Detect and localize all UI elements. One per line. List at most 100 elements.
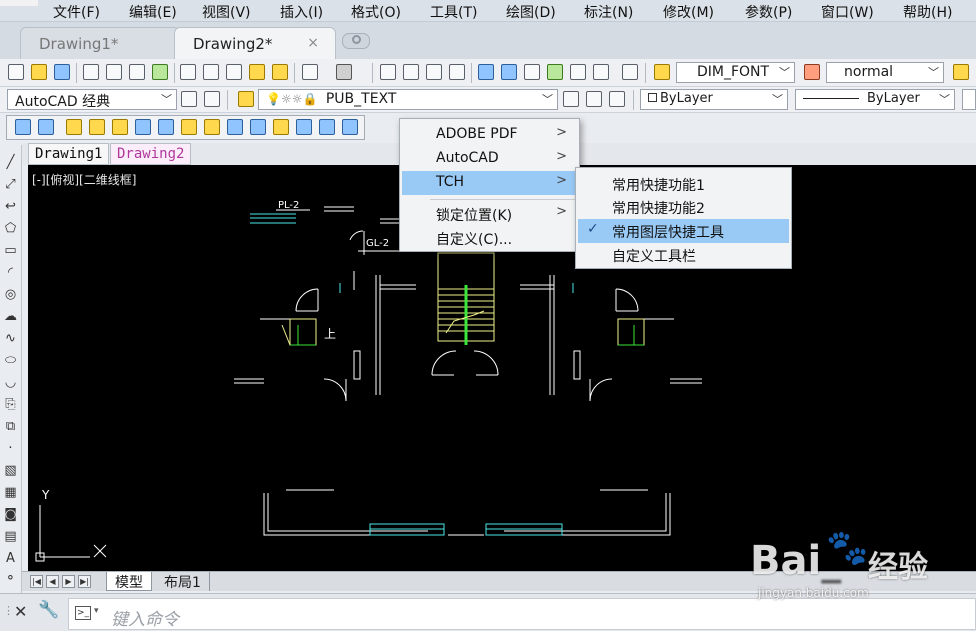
layer-off-icon[interactable]	[112, 119, 128, 135]
markup-icon[interactable]	[570, 64, 586, 80]
layer-on-icon[interactable]	[66, 119, 82, 135]
circle-icon[interactable]: ◎	[3, 287, 18, 302]
menu-parameters[interactable]: 参数(P)	[745, 2, 792, 22]
point-icon[interactable]: ·	[3, 441, 18, 456]
text-style-icon[interactable]	[654, 64, 670, 80]
new-file-icon[interactable]	[8, 64, 24, 80]
workspace-save-icon[interactable]	[204, 91, 220, 107]
zoom-previous-icon[interactable]	[449, 64, 465, 80]
dimension-style-icon[interactable]	[804, 64, 820, 80]
submenu-item-layer-tools[interactable]: ✓ 常用图层快捷工具	[578, 219, 789, 243]
chevron-down-icon[interactable]: ▾	[94, 606, 99, 616]
polyline-icon[interactable]: ↩	[3, 199, 18, 214]
redo-icon[interactable]	[336, 64, 352, 80]
layer-dropdown[interactable]: 💡☼☼🔒 PUB_TEXT ﹀	[258, 89, 558, 110]
block-editor-icon[interactable]	[272, 64, 288, 80]
first-layout-icon[interactable]: |◀	[30, 575, 43, 588]
menu-item-customize[interactable]: 自定义(C)...	[402, 226, 577, 250]
menu-tools[interactable]: 工具(T)	[430, 2, 477, 22]
layer-stack-icon[interactable]	[15, 119, 31, 135]
design-center-icon[interactable]	[501, 64, 517, 80]
3d-dwf-icon[interactable]	[152, 64, 168, 80]
dimension-style-dropdown[interactable]: normal ﹀	[826, 62, 944, 83]
new-tab-button[interactable]	[342, 33, 370, 49]
layer-freeze-icon[interactable]	[135, 119, 151, 135]
layer-restore-icon[interactable]	[319, 119, 335, 135]
previous-layout-icon[interactable]: ◀	[46, 575, 59, 588]
workspace-settings-icon[interactable]	[181, 91, 197, 107]
zoom-realtime-icon[interactable]	[403, 64, 419, 80]
text-style-dropdown[interactable]: DIM_FONT ﹀	[676, 62, 795, 83]
layer-isolate-icon[interactable]	[89, 119, 105, 135]
tab-model[interactable]: 模型	[106, 572, 152, 591]
menu-format[interactable]: 格式(O)	[351, 2, 401, 22]
menu-edit[interactable]: 编辑(E)	[129, 2, 177, 22]
properties-icon[interactable]	[478, 64, 494, 80]
command-input[interactable]: >_ ▾ 键入命令	[68, 598, 976, 630]
menu-window[interactable]: 窗口(W)	[821, 2, 874, 22]
layer-manager-icon[interactable]	[238, 91, 254, 107]
calculator-icon[interactable]	[593, 64, 609, 80]
rectangle-icon[interactable]: ▭	[3, 243, 18, 258]
window-tab-drawing1[interactable]: Drawing1	[28, 143, 110, 165]
menu-dimension[interactable]: 标注(N)	[584, 2, 633, 22]
last-layout-icon[interactable]: ▶|	[78, 575, 91, 588]
construction-line-icon[interactable]: ⤢	[3, 177, 18, 192]
menu-insert[interactable]: 插入(I)	[280, 2, 323, 22]
layer-unlock-icon[interactable]	[204, 119, 220, 135]
window-tab-drawing2[interactable]: Drawing2	[110, 143, 192, 165]
command-prompt-icon[interactable]: >_	[75, 606, 91, 620]
tab-layout1[interactable]: 布局1	[156, 572, 210, 591]
tool-palettes-icon[interactable]	[524, 64, 540, 80]
menu-draw[interactable]: 绘图(D)	[506, 2, 556, 22]
menu-item-tch[interactable]: TCH >	[402, 171, 577, 195]
copy-icon[interactable]	[203, 64, 219, 80]
layer-thaw-icon[interactable]	[158, 119, 174, 135]
submenu-item-shortcut-1[interactable]: 常用快捷功能1	[578, 172, 789, 196]
table-icon[interactable]: ▤	[3, 529, 18, 544]
cut-icon[interactable]	[180, 64, 196, 80]
match-properties-icon[interactable]	[249, 64, 265, 80]
menu-item-lock-location[interactable]: 锁定位置(K) >	[402, 202, 577, 226]
undo-icon[interactable]	[302, 64, 318, 80]
pan-icon[interactable]	[380, 64, 396, 80]
arc-icon[interactable]: ◜	[3, 265, 18, 280]
layer-previous-icon[interactable]	[586, 91, 602, 107]
revision-cloud-icon[interactable]: ☁	[3, 309, 18, 324]
layer-walk-icon[interactable]	[342, 119, 358, 135]
customize-wrench-icon[interactable]: 🔧	[38, 600, 59, 620]
menu-item-adobe-pdf[interactable]: ADOBE PDF >	[402, 123, 577, 147]
layer-states-icon[interactable]	[609, 91, 625, 107]
menu-modify[interactable]: 修改(M)	[663, 2, 714, 22]
menu-help[interactable]: 帮助(H)	[903, 2, 952, 22]
publish-icon[interactable]	[129, 64, 145, 80]
spline-icon[interactable]: ∿	[3, 331, 18, 346]
lineweight-dropdown[interactable]	[962, 89, 976, 110]
print-icon[interactable]	[83, 64, 99, 80]
layer-merge-icon[interactable]	[296, 119, 312, 135]
save-icon[interactable]	[54, 64, 70, 80]
layer-switch-icon[interactable]	[38, 119, 54, 135]
zoom-window-icon[interactable]	[426, 64, 442, 80]
layer-lock-icon[interactable]	[227, 119, 243, 135]
table-style-icon[interactable]	[953, 64, 969, 80]
workspace-dropdown[interactable]: AutoCAD 经典 ﹀	[7, 89, 177, 110]
color-dropdown[interactable]: ByLayer ﹀	[640, 89, 788, 110]
menu-file[interactable]: 文件(F)	[53, 2, 100, 22]
paste-icon[interactable]	[226, 64, 242, 80]
menu-view[interactable]: 视图(V)	[202, 2, 251, 22]
doc-tab-drawing2[interactable]: Drawing2* ×	[174, 27, 336, 59]
layer-all-on-icon[interactable]	[181, 119, 197, 135]
layer-unlock-all-icon[interactable]	[250, 119, 266, 135]
doc-tab-drawing1[interactable]: Drawing1*	[20, 27, 180, 59]
ellipse-icon[interactable]: ⬭	[3, 353, 18, 368]
insert-block-icon[interactable]: ⎘	[3, 397, 18, 412]
region-icon[interactable]: ◙	[3, 507, 18, 522]
open-file-icon[interactable]	[31, 64, 47, 80]
multiline-text-icon[interactable]: A	[3, 551, 18, 566]
gradient-icon[interactable]: ▦	[3, 485, 18, 500]
layer-match-icon[interactable]	[273, 119, 289, 135]
submenu-item-custom-toolbar[interactable]: 自定义工具栏	[578, 243, 789, 267]
help-icon[interactable]	[622, 64, 638, 80]
make-block-icon[interactable]: ⧉	[3, 419, 18, 434]
